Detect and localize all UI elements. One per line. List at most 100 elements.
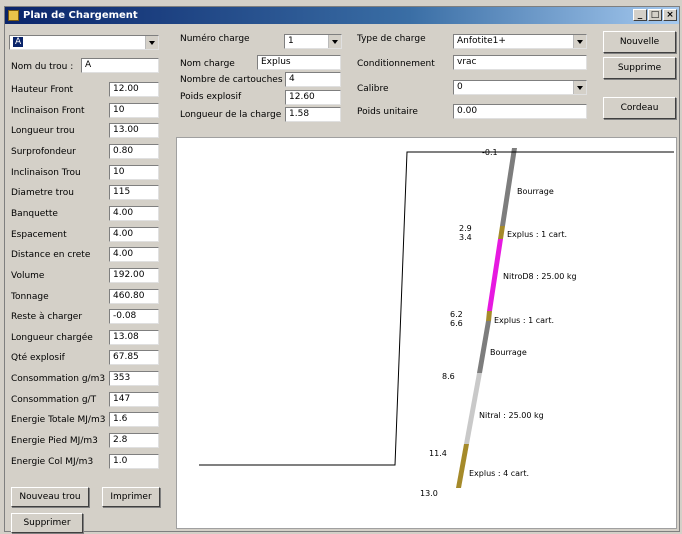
diametre-trou-label: Diametre trou	[11, 188, 74, 198]
type-charge-label: Type de charge	[357, 34, 426, 44]
diametre-trou-input[interactable]: 115	[109, 185, 159, 200]
nombre-cartouches-label: Nombre de cartouches	[180, 75, 283, 85]
app-icon	[8, 10, 19, 21]
nombre-cartouches-input[interactable]: 4	[285, 72, 341, 87]
surprofondeur-label: Surprofondeur	[11, 147, 76, 157]
reste-a-charger-label: Reste à charger	[11, 312, 83, 322]
nouveau-trou-button[interactable]: Nouveau trou	[11, 487, 89, 507]
bourrage-segment-top	[500, 148, 517, 226]
cordeau-button[interactable]: Cordeau	[603, 97, 676, 119]
depth-label-6-2: 6.2	[450, 310, 463, 319]
calibre-select[interactable]: 0	[453, 80, 587, 95]
segment-label-explus-3: Explus : 4 cart.	[469, 469, 530, 478]
consommation-g-t-label: Consommation g/T	[11, 395, 97, 405]
numero-charge-select[interactable]: 1	[284, 34, 342, 49]
longueur-charge-label: Longueur de la charge	[180, 110, 282, 120]
supprimer-trou-button[interactable]: Supprimer	[11, 513, 83, 533]
segment-label-explus-1: Explus : 1 cart.	[507, 230, 568, 239]
banquette-label: Banquette	[11, 209, 58, 219]
energie-col-mj-m3-label: Energie Col MJ/m3	[11, 457, 94, 467]
segment-label-nitral: Nitral : 25.00 kg	[479, 411, 544, 420]
depth-label-top: -0.1	[482, 148, 498, 157]
longueur-charge-input[interactable]: 1.58	[285, 107, 341, 122]
hauteur-front-label: Hauteur Front	[11, 85, 74, 95]
depth-label-11-4: 11.4	[429, 449, 447, 458]
poids-explosif-input[interactable]: 12.60	[285, 90, 341, 105]
type-charge-select[interactable]: Anfotite1+	[453, 34, 587, 49]
banquette-input[interactable]: 4.00	[109, 206, 159, 221]
window-title: Plan de Chargement	[23, 10, 138, 21]
bench-profile-line	[199, 151, 674, 466]
title-bar: Plan de Chargement _ □ ×	[5, 7, 679, 24]
nouvelle-charge-button[interactable]: Nouvelle charge	[603, 31, 676, 67]
numero-charge-value: 1	[288, 36, 294, 46]
reste-a-charger-input[interactable]: -0.08	[109, 309, 159, 324]
volume-label: Volume	[11, 271, 45, 281]
depth-label-3-4: 3.4	[459, 233, 472, 242]
distance-en-crete-input[interactable]: 4.00	[109, 247, 159, 262]
consommation-g-m3-label: Consommation g/m3	[11, 374, 106, 384]
chevron-down-icon[interactable]	[145, 36, 158, 49]
inclinaison-front-label: Inclinaison Front	[11, 106, 85, 116]
trou-select[interactable]: A	[9, 35, 159, 50]
qte-explosif-input[interactable]: 67.85	[109, 350, 159, 365]
calibre-label: Calibre	[357, 84, 389, 94]
consommation-g-t-input[interactable]: 147	[109, 392, 159, 407]
consommation-g-m3-input[interactable]: 353	[109, 371, 159, 386]
tonnage-input[interactable]: 460.80	[109, 289, 159, 304]
imprimer-button[interactable]: Imprimer	[102, 487, 160, 507]
depth-label-2-9: 2.9	[459, 224, 472, 233]
hauteur-front-input[interactable]: 12.00	[109, 82, 159, 97]
segment-label-nitrod8: NitroD8 : 25.00 kg	[503, 272, 577, 281]
espacement-input[interactable]: 4.00	[109, 227, 159, 242]
plan-de-chargement-window: Plan de Chargement _ □ × A Nom du trou :…	[4, 6, 680, 533]
depth-label-13-0: 13.0	[420, 489, 438, 498]
energie-col-mj-m3-input[interactable]: 1.0	[109, 454, 159, 469]
numero-charge-label: Numéro charge	[180, 34, 250, 44]
surprofondeur-input[interactable]: 0.80	[109, 144, 159, 159]
qte-explosif-label: Qté explosif	[11, 353, 65, 363]
calibre-value: 0	[457, 82, 463, 92]
supprime-charge-button[interactable]: Supprime	[603, 57, 676, 79]
explus-segment-1	[498, 226, 505, 239]
inclinaison-trou-label: Inclinaison Trou	[11, 168, 81, 178]
minimize-button[interactable]: _	[633, 9, 647, 21]
poids-explosif-label: Poids explosif	[180, 92, 242, 102]
volume-input[interactable]: 192.00	[109, 268, 159, 283]
energie-pied-mj-m3-label: Energie Pied MJ/m3	[11, 436, 98, 446]
longueur-chargee-input[interactable]: 13.08	[109, 330, 159, 345]
longueur-trou-label: Longueur trou	[11, 126, 75, 136]
explus-segment-3	[456, 444, 469, 488]
energie-pied-mj-m3-input[interactable]: 2.8	[109, 433, 159, 448]
segment-label-explus-2: Explus : 1 cart.	[494, 316, 555, 325]
longueur-trou-input[interactable]: 13.00	[109, 123, 159, 138]
inclinaison-trou-input[interactable]: 10	[109, 165, 159, 180]
poids-unitaire-label: Poids unitaire	[357, 107, 418, 117]
chevron-down-icon[interactable]	[573, 35, 586, 48]
segment-label-bourrage-top: Bourrage	[517, 187, 554, 196]
nom-charge-input[interactable]: Explus	[257, 55, 341, 70]
longueur-chargee-label: Longueur chargée	[11, 333, 93, 343]
chevron-down-icon[interactable]	[573, 81, 586, 94]
bourrage-segment-mid	[477, 321, 491, 373]
type-charge-value: Anfotite1+	[457, 36, 506, 46]
poids-unitaire-input[interactable]: 0.00	[453, 104, 587, 119]
energie-totale-mj-m3-input[interactable]: 1.6	[109, 412, 159, 427]
nitral-segment	[464, 373, 482, 444]
conditionnement-input[interactable]: vrac	[453, 55, 587, 70]
close-button[interactable]: ×	[663, 9, 677, 21]
nitrod8-segment	[487, 239, 503, 311]
energie-totale-mj-m3-label: Energie Totale MJ/m3	[11, 415, 106, 425]
nom-charge-label: Nom charge	[180, 59, 235, 69]
inclinaison-front-input[interactable]: 10	[109, 103, 159, 118]
depth-label-6-6: 6.6	[450, 319, 463, 328]
tonnage-label: Tonnage	[11, 292, 49, 302]
nom-du-trou-input[interactable]: A	[81, 58, 159, 73]
espacement-label: Espacement	[11, 230, 67, 240]
maximize-button[interactable]: □	[648, 9, 662, 21]
chevron-down-icon[interactable]	[328, 35, 341, 48]
charge-plan-drawing: -0.1 2.9 3.4 6.2 6.6 8.6 11.4 13.0 Bourr…	[176, 137, 677, 529]
depth-label-8-6: 8.6	[442, 372, 455, 381]
distance-en-crete-label: Distance en crete	[11, 250, 91, 260]
explus-segment-2	[486, 311, 492, 321]
